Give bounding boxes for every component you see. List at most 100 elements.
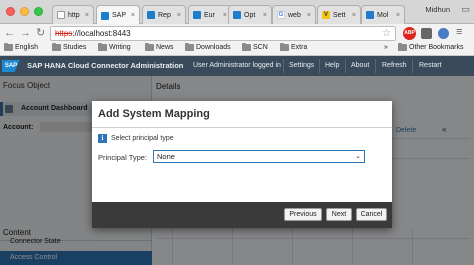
- divider: [345, 59, 346, 73]
- dialog-title: Add System Mapping: [92, 101, 392, 128]
- tab-label: Mol: [377, 11, 389, 19]
- tab-label: Eur: [204, 11, 215, 19]
- folder-icon: [242, 43, 251, 51]
- chevron-right-icon: »: [384, 44, 388, 51]
- bookmark-star-icon[interactable]: ☆: [382, 27, 391, 40]
- tab-label: http: [68, 11, 80, 19]
- maximize-window-icon[interactable]: [34, 7, 43, 16]
- profile-name[interactable]: Midhun: [425, 5, 450, 14]
- adblock-extension-icon[interactable]: ABP: [403, 27, 416, 40]
- close-tab-icon[interactable]: ×: [131, 12, 135, 19]
- bookmark-folder[interactable]: News: [145, 43, 174, 51]
- principal-type-value: None: [157, 152, 175, 161]
- refresh-link[interactable]: Refresh: [382, 62, 407, 69]
- sap-logo: SAP: [2, 60, 20, 72]
- folder-icon: [4, 43, 13, 51]
- chevron-down-icon: ⌄: [355, 153, 361, 160]
- dialog-footer: Previous Next Cancel: [92, 202, 392, 228]
- tab-label: web: [288, 11, 301, 19]
- window-controls-icon[interactable]: ▭: [461, 4, 470, 15]
- folder-icon: [398, 43, 407, 51]
- folder-icon: [98, 43, 107, 51]
- cancel-button[interactable]: Cancel: [356, 208, 387, 221]
- minimize-window-icon[interactable]: [20, 7, 29, 16]
- bookmark-label: Extra: [291, 44, 308, 51]
- bookmark-folder[interactable]: English: [4, 43, 38, 51]
- next-button[interactable]: Next: [326, 208, 352, 221]
- restart-link[interactable]: Restart: [419, 62, 442, 69]
- tab-label: Opt: [244, 11, 256, 19]
- browser-tab-strip: http × SAP × Rep × Eur × Opt × G web × V…: [0, 0, 474, 25]
- tab-label: Rep: [158, 11, 171, 19]
- google-icon: G: [277, 11, 285, 19]
- bookmark-label: Other Bookmarks: [409, 44, 464, 51]
- info-text: Select principal type: [111, 135, 174, 142]
- about-link[interactable]: About: [351, 62, 369, 69]
- doc-icon: [57, 11, 65, 19]
- folder-icon: [185, 43, 194, 51]
- principal-type-select[interactable]: None ⌄: [153, 150, 365, 163]
- folder-icon: [280, 43, 289, 51]
- address-bar[interactable]: https://localhost:8443 ☆: [50, 26, 396, 41]
- bookmark-label: Writing: [109, 44, 131, 51]
- previous-button[interactable]: Previous: [284, 208, 322, 221]
- bookmark-folder[interactable]: Extra: [280, 43, 308, 51]
- browser-toolbar: ← → ↻ https://localhost:8443 ☆ ABP ≡: [0, 24, 474, 43]
- info-icon: i: [98, 134, 107, 143]
- close-tab-icon[interactable]: ×: [352, 12, 356, 19]
- tab-label: Sett: [333, 11, 346, 19]
- tab-label: SAP: [112, 12, 127, 19]
- insecure-https-label: https: [55, 29, 73, 38]
- divider: [319, 59, 320, 73]
- forward-arrow-icon[interactable]: →: [20, 26, 31, 40]
- browser-tab[interactable]: Eur ×: [188, 5, 232, 24]
- other-bookmarks[interactable]: Other Bookmarks: [398, 43, 464, 51]
- bookmark-folder[interactable]: SCN: [242, 43, 268, 51]
- info-message: i Select principal type: [98, 134, 174, 143]
- close-tab-icon[interactable]: ×: [223, 12, 227, 19]
- close-tab-icon[interactable]: ×: [396, 12, 400, 19]
- bookmark-label: Downloads: [196, 44, 231, 51]
- folder-icon: [52, 43, 61, 51]
- close-tab-icon[interactable]: ×: [263, 12, 267, 19]
- sap-icon: [147, 11, 155, 19]
- sap-icon: [233, 11, 241, 19]
- close-tab-icon[interactable]: ×: [177, 12, 181, 19]
- browser-tab-active[interactable]: SAP ×: [96, 5, 140, 25]
- bookmark-folder[interactable]: Downloads: [185, 43, 231, 51]
- browser-menu-icon[interactable]: ≡: [456, 26, 462, 38]
- divider: [283, 59, 284, 73]
- extension-icon[interactable]: [438, 28, 449, 39]
- folder-icon: [145, 43, 154, 51]
- sap-icon: [101, 11, 109, 20]
- reload-icon[interactable]: ↻: [36, 26, 45, 40]
- browser-tab[interactable]: Rep ×: [142, 5, 186, 24]
- close-tab-icon[interactable]: ×: [307, 12, 311, 19]
- divider: [412, 59, 413, 73]
- principal-type-label: Principal Type:: [98, 153, 148, 162]
- user-status: User Administrator logged in: [193, 62, 281, 69]
- close-tab-icon[interactable]: ×: [85, 12, 89, 19]
- back-arrow-icon[interactable]: ←: [4, 26, 15, 40]
- close-window-icon[interactable]: [6, 7, 15, 16]
- browser-tab[interactable]: Mol ×: [361, 5, 405, 24]
- bookmark-label: News: [156, 44, 174, 51]
- more-bookmarks-chevron[interactable]: »: [384, 44, 388, 51]
- add-system-mapping-dialog: Add System Mapping i Select principal ty…: [92, 101, 392, 228]
- browser-tab[interactable]: V Sett ×: [317, 5, 361, 24]
- bookmark-label: SCN: [253, 44, 268, 51]
- settings-link[interactable]: Settings: [289, 62, 314, 69]
- sap-icon: [366, 11, 374, 19]
- app-title: SAP HANA Cloud Connector Administration: [27, 61, 184, 70]
- bookmarks-bar: English Studies Writing News Downloads S…: [0, 43, 474, 56]
- extension-icon[interactable]: [421, 28, 432, 39]
- divider: [375, 59, 376, 73]
- browser-tab[interactable]: Opt ×: [228, 5, 272, 24]
- sap-icon: [193, 11, 201, 19]
- browser-tab[interactable]: http ×: [52, 5, 94, 24]
- bookmark-label: Studies: [63, 44, 87, 51]
- bookmark-folder[interactable]: Studies: [52, 43, 87, 51]
- bookmark-folder[interactable]: Writing: [98, 43, 131, 51]
- help-link[interactable]: Help: [325, 62, 339, 69]
- browser-tab[interactable]: G web ×: [272, 5, 316, 24]
